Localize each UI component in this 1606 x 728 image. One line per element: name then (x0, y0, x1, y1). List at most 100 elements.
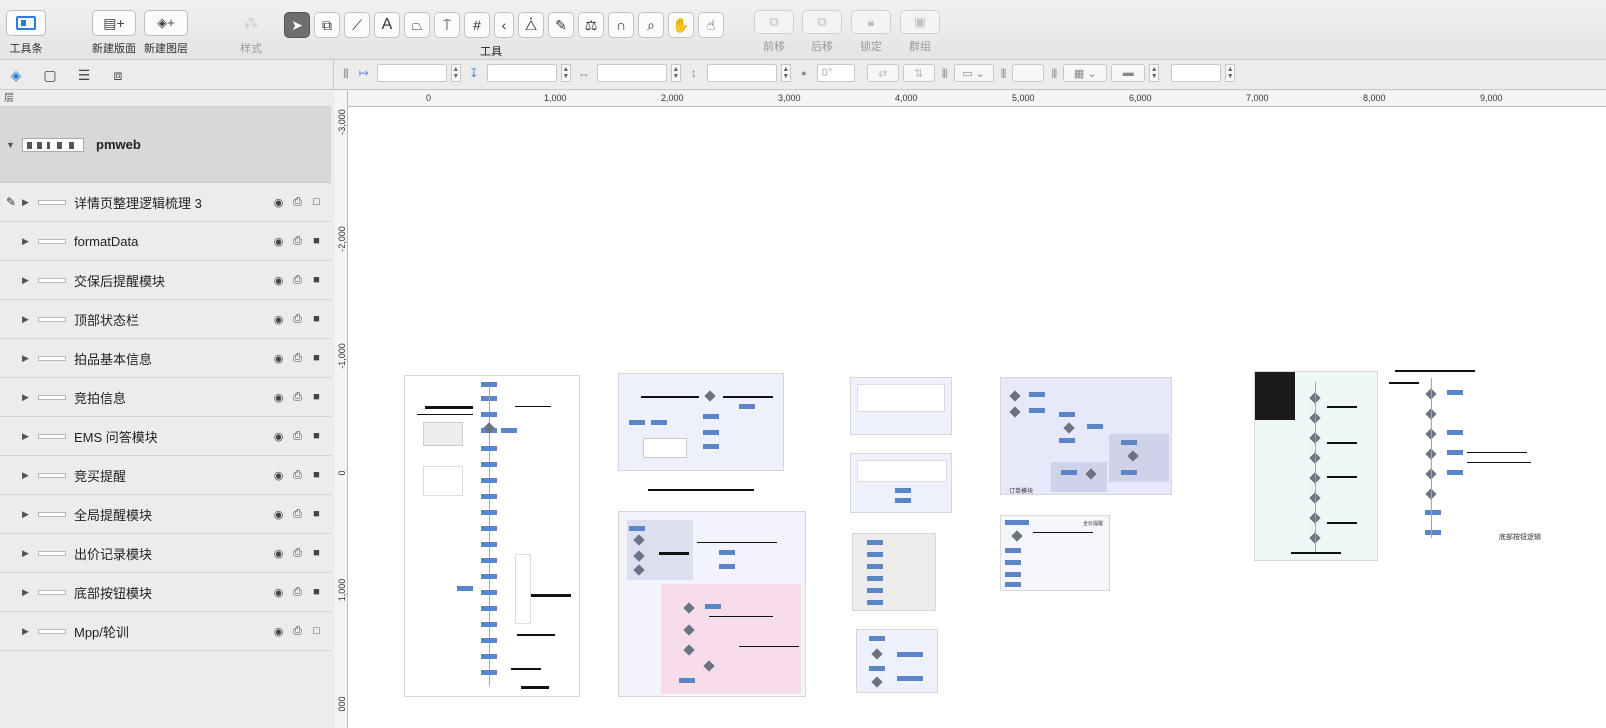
disclosure-triangle-icon[interactable]: ▶ (22, 470, 32, 481)
print-icon[interactable]: ⎙ (291, 313, 304, 326)
visibility-eye-icon[interactable]: ◉ (272, 391, 285, 404)
line-tool-icon[interactable]: ⟋ (344, 12, 370, 38)
lock-icon[interactable]: ■ (310, 391, 323, 404)
magnet-tool-icon[interactable]: ∩ (608, 12, 634, 38)
object-tab-icon[interactable]: ⧈ (106, 64, 130, 86)
visibility-eye-icon[interactable]: ◉ (272, 508, 285, 521)
lock-icon[interactable]: ■ (310, 586, 323, 599)
send-backward-button[interactable]: ⧉ (802, 10, 842, 34)
stroke-width-stepper[interactable]: ▲ ▼ (1149, 64, 1160, 82)
print-icon[interactable]: ⎙ (291, 196, 304, 209)
flip-vertical-button[interactable]: ⇅ (902, 64, 935, 82)
fill-color-well[interactable] (1012, 64, 1045, 82)
print-icon[interactable]: ⎙ (291, 430, 304, 443)
layer-row[interactable]: ▶ formatData ◉ ⎙ ■ (0, 222, 331, 261)
print-icon[interactable]: ⎙ (291, 508, 304, 521)
label-text-tool-icon[interactable]: ⍑ (434, 12, 460, 38)
zoom-tool-icon[interactable]: ⌕ (638, 12, 664, 38)
unlock-icon[interactable]: □ (310, 625, 323, 638)
layer-row[interactable]: ▶ Mpp/轮训 ◉ ⎙ □ (0, 612, 331, 651)
lock-icon[interactable]: ■ (310, 547, 323, 560)
print-icon[interactable]: ⎙ (291, 274, 304, 287)
disclosure-triangle-icon[interactable]: ▶ (22, 236, 32, 247)
print-icon[interactable]: ⎙ (291, 586, 304, 599)
new-layer-button[interactable]: ◈+ (144, 10, 188, 36)
visibility-eye-icon[interactable]: ◉ (272, 274, 285, 287)
disclosure-triangle-icon[interactable]: ▶ (22, 314, 32, 325)
lock-icon[interactable]: ■ (310, 235, 323, 248)
stroke-width-field-stepper[interactable]: ▲ ▼ (1225, 64, 1236, 82)
disclosure-triangle-icon[interactable]: ▶ (22, 548, 32, 559)
page-row[interactable]: ▼ pmweb (0, 107, 331, 183)
disclosure-triangle-icon[interactable]: ▶ (22, 626, 32, 637)
select-tool-icon[interactable]: ➤ (284, 12, 310, 38)
visibility-eye-icon[interactable]: ◉ (272, 235, 285, 248)
stroke-color-well[interactable]: ▬ (1111, 64, 1146, 82)
disclosure-triangle-icon[interactable]: ▶ (22, 353, 32, 364)
visibility-eye-icon[interactable]: ◉ (272, 625, 285, 638)
disclosure-triangle-icon[interactable]: ▶ (22, 431, 32, 442)
vertical-ruler[interactable]: -3,000 -2,000 -1,000 0 1,000 000 (334, 91, 348, 728)
group-button[interactable]: ▣ (900, 10, 940, 34)
lock-icon[interactable]: ■ (310, 508, 323, 521)
lock-icon[interactable]: ■ (310, 352, 323, 365)
layer-row[interactable]: ▶ 拍品基本信息 ◉ ⎙ ■ (0, 339, 331, 378)
stroke-width-field[interactable] (1171, 64, 1222, 82)
diagram-bid-record[interactable] (852, 533, 936, 611)
print-icon[interactable]: ⎙ (291, 469, 304, 482)
diagram-bottom-button-logic[interactable] (1254, 371, 1378, 561)
x-position-stepper[interactable]: ▲ ▼ (450, 64, 461, 82)
diagram-price-reminder[interactable]: 全价提醒 (1000, 515, 1110, 591)
lock-icon[interactable]: ■ (310, 430, 323, 443)
visibility-eye-icon[interactable]: ◉ (272, 469, 285, 482)
layer-row[interactable]: ▶ 出价记录模块 ◉ ⎙ ■ (0, 534, 331, 573)
disclosure-triangle-icon[interactable]: ▶ (22, 509, 32, 520)
diagram-tool-icon[interactable]: ⏢ (404, 12, 430, 38)
diagram-detail-page[interactable] (404, 375, 580, 697)
layer-row[interactable]: ▶ 底部按钮模块 ◉ ⎙ ■ (0, 573, 331, 612)
visibility-eye-icon[interactable]: ◉ (272, 547, 285, 560)
layer-row[interactable]: ▶ 竞买提醒 ◉ ⎙ ■ (0, 456, 331, 495)
flip-horizontal-button[interactable]: ⇄ (866, 64, 899, 82)
collapse-tools-icon[interactable]: ‹ (494, 12, 514, 38)
print-icon[interactable]: ⎙ (291, 391, 304, 404)
lock-icon[interactable]: ■ (310, 313, 323, 326)
shadow-select[interactable]: ▭ ⌄ (953, 64, 994, 82)
toolbar-toggle-button[interactable] (6, 10, 46, 36)
canvas[interactable]: 订单模块 全价提醒 底部按钮逻辑 (348, 107, 1606, 728)
layer-row[interactable]: ▶ 全局提醒模块 ◉ ⎙ ■ (0, 495, 331, 534)
y-position-stepper[interactable]: ▲ ▼ (560, 64, 571, 82)
print-icon[interactable]: ⎙ (291, 625, 304, 638)
style-icon[interactable]: ⁂ (236, 10, 266, 36)
diagram-global-reminder[interactable] (618, 511, 806, 697)
diagram-ems-qa[interactable] (850, 377, 952, 435)
layer-row[interactable]: ▶ 顶部状态栏 ◉ ⎙ ■ (0, 300, 331, 339)
layer-row[interactable]: ▶ 竞拍信息 ◉ ⎙ ■ (0, 378, 331, 417)
browse-tool-icon[interactable]: ☝ (698, 12, 724, 38)
diagram-bid-reminder[interactable] (850, 453, 952, 513)
diagram-order-module[interactable]: 订单模块 (1000, 377, 1172, 495)
layers-tab-icon[interactable]: ◈ (4, 64, 28, 86)
visibility-eye-icon[interactable]: ◉ (272, 352, 285, 365)
rotation-field[interactable]: 0° (816, 64, 855, 82)
visibility-eye-icon[interactable]: ◉ (272, 430, 285, 443)
disclosure-triangle-icon[interactable]: ▼ (6, 140, 16, 150)
disclosure-triangle-icon[interactable]: ▶ (22, 392, 32, 403)
lock-icon[interactable]: ■ (310, 274, 323, 287)
hand-tool-icon[interactable]: ✋ (668, 12, 694, 38)
grid-tool-icon[interactable]: # (464, 12, 490, 38)
horizontal-ruler[interactable]: 0 1,000 2,000 3,000 4,000 5,000 6,000 7,000 8,00… (348, 91, 1606, 107)
visibility-eye-icon[interactable]: ◉ (272, 196, 285, 209)
unlock-icon[interactable]: □ (310, 196, 323, 209)
shape-tool-icon[interactable]: ⧉ (314, 12, 340, 38)
lock-button[interactable]: 🔒︎ (851, 10, 891, 34)
diagram-status-bar[interactable] (618, 373, 784, 471)
disclosure-triangle-icon[interactable]: ▶ (22, 275, 32, 286)
x-position-field[interactable] (376, 64, 447, 82)
layer-row[interactable]: ▶ EMS 问答模块 ◉ ⎙ ■ (0, 417, 331, 456)
width-field[interactable] (596, 64, 667, 82)
layer-row[interactable]: ✎ ▶ 详情页整理逻辑梳理 3 ◉ ⎙ □ (0, 183, 331, 222)
print-icon[interactable]: ⎙ (291, 547, 304, 560)
height-field[interactable] (706, 64, 777, 82)
y-position-field[interactable] (486, 64, 557, 82)
